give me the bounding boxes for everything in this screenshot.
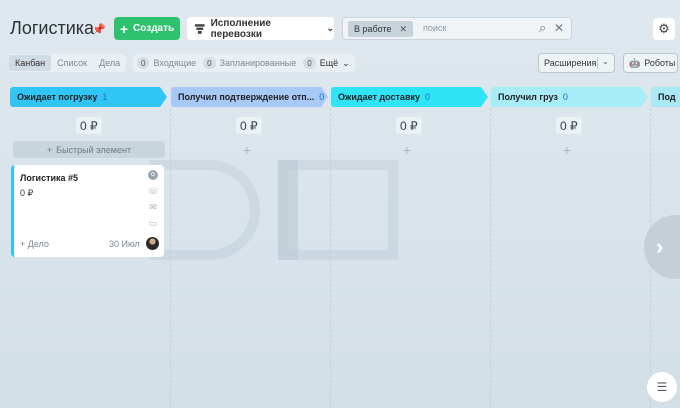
filter-chip[interactable]: В работе ✕ xyxy=(348,21,413,37)
pipeline-select[interactable]: Исполнение перевозки ⌄ xyxy=(187,17,334,40)
add-task-link[interactable]: + Дело xyxy=(20,239,49,249)
stage-header[interactable]: Под xyxy=(651,87,680,107)
phone-icon[interactable]: ☏ xyxy=(147,186,159,196)
column-sum: 0 ₽ xyxy=(556,117,582,134)
view-list[interactable]: Список xyxy=(51,55,93,71)
add-item-icon[interactable]: + xyxy=(557,142,577,158)
plus-icon: + xyxy=(119,20,129,37)
view-kanban[interactable]: Канбан xyxy=(9,55,52,71)
pin-icon[interactable]: 📌 xyxy=(92,23,106,36)
avatar[interactable] xyxy=(146,237,159,250)
counter-incoming[interactable]: 0 Входящие xyxy=(137,57,196,69)
list-menu-icon[interactable]: ☰ xyxy=(647,372,677,402)
gear-icon[interactable]: ⚙ xyxy=(653,18,675,40)
chevron-down-icon: ⌄ xyxy=(326,23,334,33)
chip-close-icon[interactable]: ✕ xyxy=(400,24,408,35)
search-input[interactable]: поиск xyxy=(423,23,446,33)
chevron-right-icon: › xyxy=(656,234,664,259)
stage-header[interactable]: Получил подтверждение отп... 0 xyxy=(171,87,328,107)
robots-button[interactable]: 🤖 Роботы xyxy=(623,53,678,73)
funnel-icon xyxy=(195,23,205,34)
status-icon[interactable]: o xyxy=(148,170,158,180)
stage-header[interactable]: Получил груз 0 xyxy=(491,87,648,107)
plus-icon: + xyxy=(46,144,53,155)
stage-header[interactable]: Ожидает доставку 0 xyxy=(331,87,488,107)
counters-bar: 0 Входящие 0 Запланированные 0 Ещё ⌄ xyxy=(133,54,355,72)
view-switch: Канбан Список Дела xyxy=(9,54,126,72)
chat-icon[interactable]: ▭ xyxy=(147,218,159,228)
page-title: Логистика xyxy=(10,18,95,38)
deal-card[interactable]: Логистика #5 0 ₽ o ☏ ✉ ▭ + Дело 30 Июл xyxy=(11,165,164,257)
view-tasks[interactable]: Дела xyxy=(93,55,126,71)
chevron-down-icon[interactable]: ⌄ xyxy=(602,57,609,66)
column-sum: 0 ₽ xyxy=(396,117,422,134)
robot-icon: 🤖 xyxy=(629,57,641,68)
search-box[interactable]: В работе ✕ поиск ⌕ ✕ xyxy=(342,17,572,40)
column-sum: 0 ₽ xyxy=(236,117,262,134)
card-sum: 0 ₽ xyxy=(20,188,34,198)
extensions-button[interactable]: Расширения ⌄ xyxy=(538,53,615,73)
header: Логистика 📌 + Создать Исполнение перевоз… xyxy=(0,0,680,52)
add-item-icon[interactable]: + xyxy=(237,142,257,158)
counter-more[interactable]: 0 Ещё ⌄ xyxy=(303,57,350,69)
card-date: 30 Июл xyxy=(109,239,140,249)
close-icon[interactable]: ✕ xyxy=(554,21,564,35)
column-sum: 0 ₽ xyxy=(76,117,102,134)
counter-planned[interactable]: 0 Запланированные xyxy=(203,57,296,69)
search-icon[interactable]: ⌕ xyxy=(539,20,546,36)
chevron-down-icon: ⌄ xyxy=(342,57,350,68)
create-button[interactable]: + Создать xyxy=(114,17,180,40)
card-title[interactable]: Логистика #5 xyxy=(20,173,78,183)
add-item-icon[interactable]: + xyxy=(397,142,417,158)
mail-icon[interactable]: ✉ xyxy=(147,202,159,212)
stage-header[interactable]: Ожидает погрузку 1 xyxy=(10,87,167,107)
quick-add-button[interactable]: + Быстрый элемент xyxy=(13,141,165,158)
